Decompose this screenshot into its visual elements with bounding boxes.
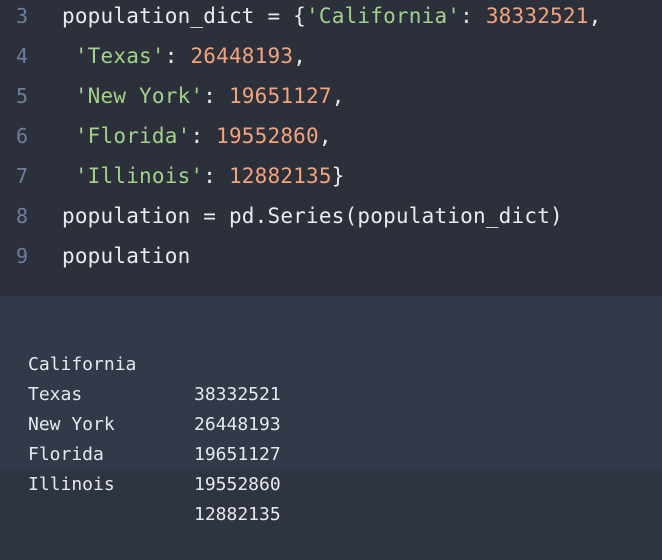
line-number: 5: [15, 84, 29, 108]
code-line[interactable]: population = pd.Series(population_dict): [62, 196, 563, 236]
code-token: ,: [331, 84, 345, 108]
code-line[interactable]: 'Florida': 19552860,: [62, 116, 332, 156]
code-token: :: [190, 124, 217, 148]
output-value: 19552860: [194, 474, 281, 495]
string-literal: 'California': [306, 4, 461, 28]
line-number: 8: [15, 204, 29, 228]
number-literal: 19552860: [216, 124, 319, 148]
code-token: :: [164, 44, 191, 68]
code-area[interactable]: population_dict = {'California': 3833252…: [44, 0, 662, 296]
string-literal: 'Florida': [74, 124, 191, 148]
number-literal: 12882135: [228, 164, 332, 188]
code-token: }: [331, 164, 345, 188]
code-editor[interactable]: 3 4 5 6 7 8 9 population_dict = {'Califo…: [0, 0, 662, 296]
number-literal: 19651127: [228, 84, 332, 108]
line-number-gutter: 3 4 5 6 7 8 9: [0, 0, 44, 296]
string-literal: 'Illinois': [74, 164, 204, 188]
code-token: population_dict = {: [62, 4, 307, 28]
output-row: Illinois 12882135: [28, 440, 281, 560]
code-line[interactable]: population_dict = {'California': 3833252…: [62, 0, 601, 36]
code-token: ,: [293, 44, 307, 68]
code-line[interactable]: 'New York': 19651127,: [62, 76, 345, 116]
output-value: 38332521: [194, 384, 281, 405]
output-value: 12882135: [194, 504, 281, 525]
line-number: 3: [15, 4, 29, 28]
code-token: :: [460, 4, 486, 28]
cell-output: California 38332521 Texas 26448193 New Y…: [0, 296, 662, 525]
code-line[interactable]: population: [62, 236, 190, 276]
code-line[interactable]: 'Texas': 26448193,: [62, 36, 306, 76]
line-number: 6: [15, 124, 29, 148]
output-value: 26448193: [194, 414, 281, 435]
line-number: 9: [15, 244, 29, 268]
line-number: 4: [15, 44, 29, 68]
string-literal: 'Texas': [74, 44, 165, 68]
number-literal: 26448193: [190, 44, 294, 68]
code-token: :: [203, 84, 229, 108]
code-token: ,: [588, 4, 602, 28]
number-literal: 38332521: [485, 4, 589, 28]
code-line[interactable]: 'Illinois': 12882135}: [62, 156, 345, 196]
output-value: 19651127: [194, 444, 281, 465]
code-token: :: [203, 164, 229, 188]
output-label: Illinois: [28, 474, 115, 495]
code-token: ,: [318, 124, 332, 148]
string-literal: 'New York': [74, 84, 204, 108]
line-number: 7: [15, 164, 29, 188]
